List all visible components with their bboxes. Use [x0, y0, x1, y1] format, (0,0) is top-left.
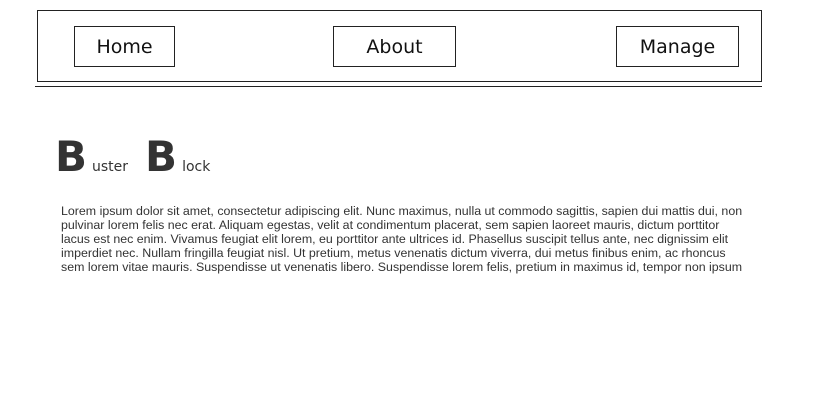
about-button[interactable]: About: [333, 26, 456, 67]
site-logo: B uster B lock: [55, 134, 210, 184]
logo-letter-b-second: B: [145, 132, 178, 181]
logo-word-uster: uster: [92, 159, 129, 175]
intro-paragraph: Lorem ipsum dolor sit amet, consectetur …: [61, 204, 743, 274]
manage-button[interactable]: Manage: [616, 26, 739, 67]
home-button[interactable]: Home: [74, 26, 175, 67]
logo-word-lock: lock: [182, 159, 211, 175]
logo-letter-b-first: B: [55, 132, 88, 181]
nav-divider: [35, 86, 762, 87]
